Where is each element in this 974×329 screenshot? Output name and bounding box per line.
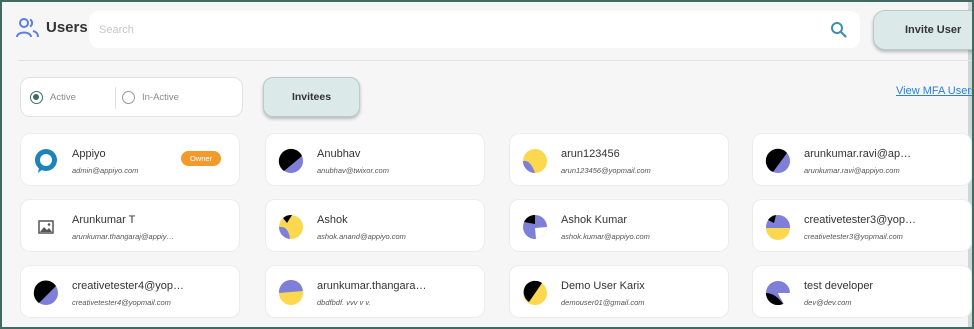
- user-email: arunkumar.thangaraj@appiy…: [72, 232, 174, 241]
- search-icon[interactable]: [830, 21, 847, 38]
- user-name: arunkumar.ravi@ap…: [804, 148, 912, 160]
- avatar-icon: [278, 214, 303, 239]
- chat-bubble-logo-icon: [35, 149, 57, 173]
- radio-active-label: Active: [50, 92, 76, 103]
- user-card[interactable]: Ashok Kumar ashok.kumar@appiyo.com: [509, 199, 729, 252]
- user-card[interactable]: Demo User Karix demouser01@gmail.com: [509, 265, 729, 318]
- user-card[interactable]: Arunkumar T arunkumar.thangaraj@appiy…: [20, 199, 240, 252]
- user-email: creativetester3@yopmail.com: [804, 232, 903, 241]
- avatar-icon: [523, 214, 548, 239]
- users-page: Users Invite User Active In-Active Invit…: [0, 0, 974, 329]
- user-name: Arunkumar T: [72, 214, 136, 226]
- user-card[interactable]: arunkumar.ravi@ap… arunkumar.ravi@appiyo…: [752, 133, 972, 186]
- radio-inactive-indicator[interactable]: [122, 91, 135, 104]
- status-filter: Active In-Active: [20, 77, 243, 117]
- search-input[interactable]: [99, 11, 819, 48]
- user-name: Demo User Karix: [561, 280, 645, 292]
- user-card[interactable]: Appiyo admin@appiyo.com Owner: [20, 133, 240, 186]
- user-email: ashok.kumar@appiyo.com: [561, 232, 650, 241]
- user-card[interactable]: creativetester3@yop… creativetester3@yop…: [752, 199, 972, 252]
- page-title: Users: [46, 19, 88, 36]
- avatar-icon: [33, 280, 58, 305]
- user-name: creativetester3@yop…: [804, 214, 917, 226]
- user-email: admin@appiyo.com: [72, 166, 139, 175]
- header-divider: [18, 60, 972, 61]
- user-name: creativetester4@yop…: [72, 280, 185, 292]
- radio-inactive-label: In-Active: [142, 92, 179, 103]
- avatar-icon: [523, 280, 547, 305]
- user-name: arun123456: [561, 148, 620, 160]
- user-name: Anubhav: [317, 148, 361, 160]
- user-name: arunkumar.thangara…: [317, 280, 427, 292]
- invitees-button[interactable]: Invitees: [263, 77, 360, 117]
- user-email: arunkumar.ravi@appiyo.com: [804, 166, 900, 175]
- avatar-icon: [278, 148, 303, 173]
- radio-active[interactable]: Active: [30, 91, 76, 104]
- user-name: Ashok: [317, 214, 348, 226]
- filter-separator: [115, 87, 116, 109]
- user-card[interactable]: arunkumar.thangara… dbdfbdf. vvv v v.: [265, 265, 485, 318]
- user-name: test developer: [804, 280, 874, 292]
- invite-user-button[interactable]: Invite User: [873, 10, 972, 50]
- user-card[interactable]: test developer dev@dev.com: [752, 265, 972, 318]
- user-email: ashok.anand@appiyo.com: [317, 232, 406, 241]
- user-card[interactable]: creativetester4@yop… creativetester4@yop…: [20, 265, 240, 318]
- user-email: demouser01@gmail.com: [561, 298, 645, 307]
- radio-inactive[interactable]: In-Active: [122, 91, 179, 104]
- image-placeholder-icon: [38, 220, 54, 234]
- view-mfa-users-link[interactable]: View MFA Users: [896, 85, 972, 97]
- avatar-icon: [765, 148, 790, 173]
- user-email: arun123456@yopmail.com: [561, 166, 651, 175]
- avatar-icon: [766, 215, 790, 240]
- user-email: dbdfbdf. vvv v v.: [317, 298, 371, 307]
- user-card[interactable]: Ashok ashok.anand@appiyo.com: [265, 199, 485, 252]
- avatar-icon: [765, 281, 791, 306]
- owner-badge: Owner: [181, 151, 221, 166]
- user-email: dev@dev.com: [804, 298, 852, 307]
- user-card[interactable]: Anubhav anubhav@twixor.com: [265, 133, 485, 186]
- users-icon: [16, 18, 39, 38]
- user-email: anubhav@twixor.com: [317, 166, 389, 175]
- search-bar: [89, 11, 860, 48]
- avatar-icon: [523, 149, 547, 173]
- user-name: Ashok Kumar: [561, 214, 628, 226]
- radio-active-indicator[interactable]: [30, 91, 43, 104]
- user-card[interactable]: arun123456 arun123456@yopmail.com: [509, 133, 729, 186]
- user-email: creativetester4@yopmail.com: [72, 298, 171, 307]
- avatar-icon: [278, 280, 303, 305]
